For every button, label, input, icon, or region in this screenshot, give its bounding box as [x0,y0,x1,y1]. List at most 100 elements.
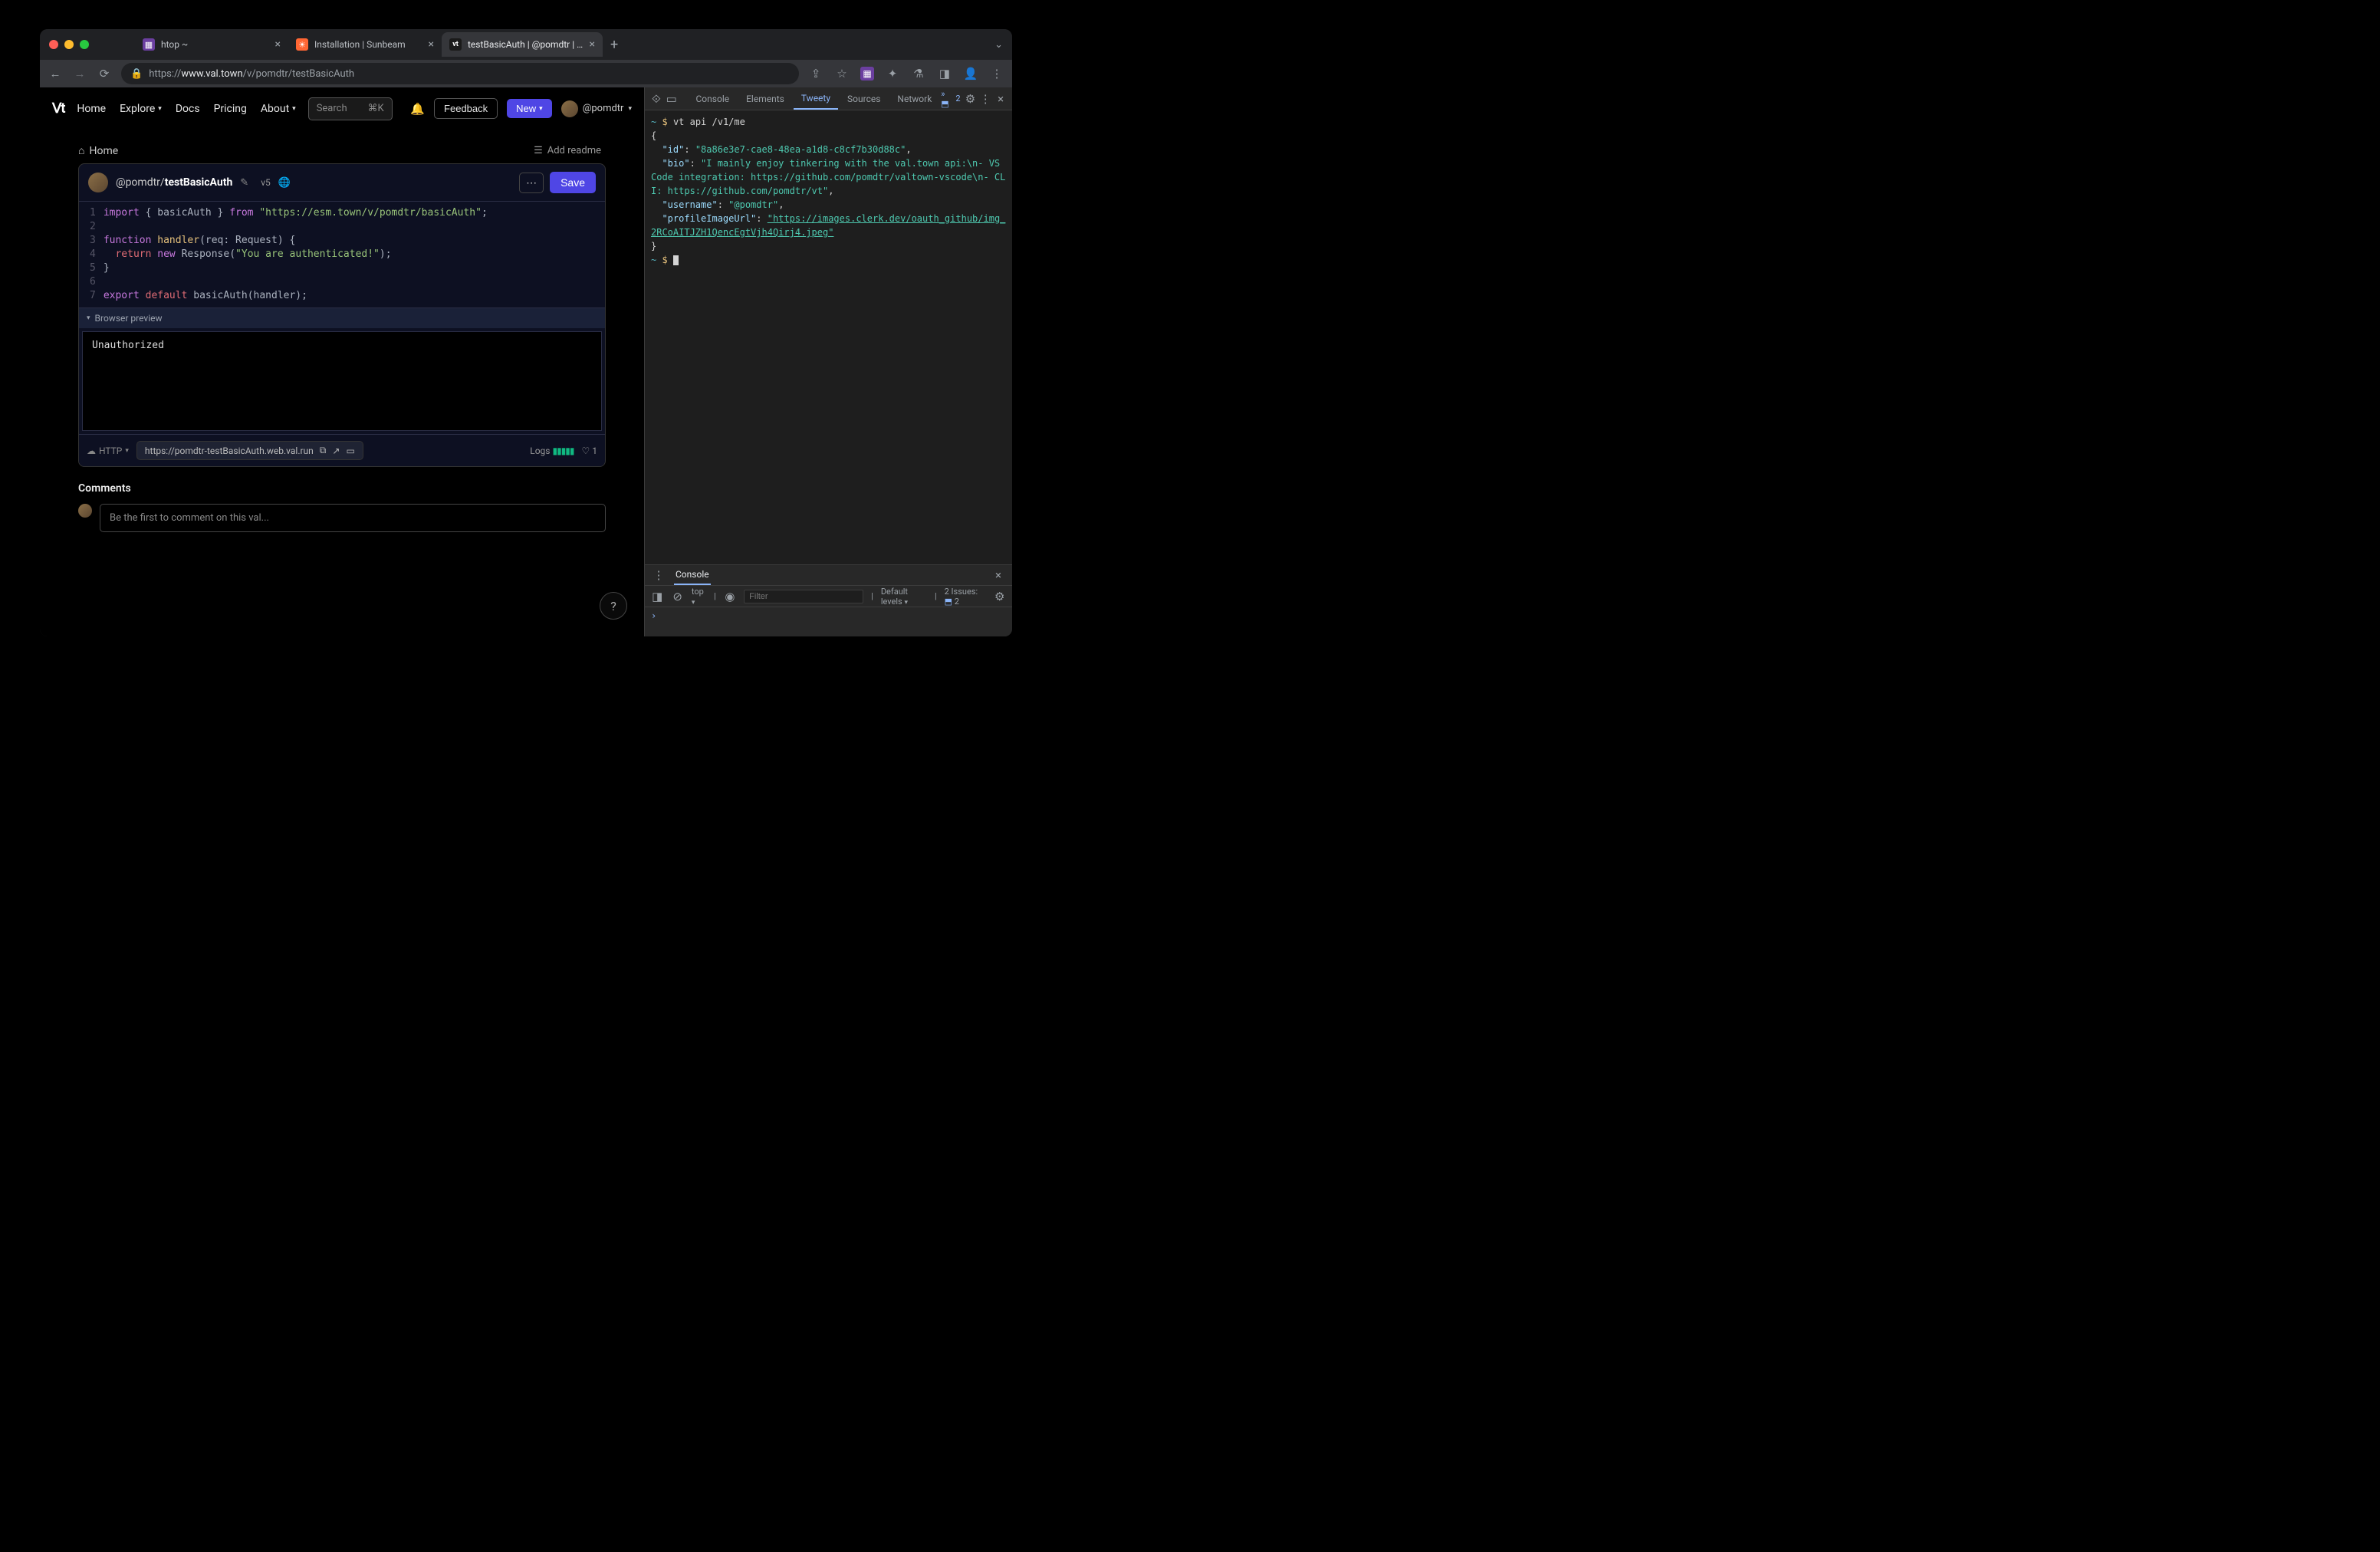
chevron-down-icon: ▾ [292,105,296,113]
tab-title: Installation | Sunbeam [314,39,422,50]
breadcrumb-home[interactable]: Home [89,145,118,157]
reload-button[interactable]: ⟳ [97,67,112,81]
levels-selector[interactable]: Default levels ▾ [881,587,927,607]
new-button[interactable]: New ▾ [507,99,552,118]
preview-toggle[interactable]: ▾ Browser preview [79,307,605,328]
line-gutter: 1234567 [79,202,104,307]
devtools-tab-elements[interactable]: Elements [738,89,792,109]
devtools-overflow[interactable]: » ⬒ 2 [941,89,960,109]
close-icon[interactable]: × [991,568,1006,582]
address-bar[interactable]: 🔒 https://www.val.town/v/pomdtr/testBasi… [121,63,799,84]
copy-icon[interactable]: ⧉ [320,445,327,456]
add-readme-button[interactable]: ☰ Add readme [534,145,606,156]
bell-icon[interactable]: 🔔 [410,102,425,116]
devtools-tab-console[interactable]: Console [689,89,738,109]
inspect-icon[interactable]: ⟐ [649,92,663,106]
tab-title: htop ~ [161,39,269,50]
console-filter-input[interactable] [744,590,863,603]
help-button[interactable]: ? [600,592,627,620]
logs-link[interactable]: Logs ▮▮▮▮▮ [530,446,574,456]
new-tab-button[interactable]: + [603,37,626,53]
open-icon[interactable]: ↗ [332,446,340,456]
tab-title: testBasicAuth | @pomdtr | Val [468,39,583,50]
favicon-icon: ☀ [296,38,308,51]
issues-link[interactable]: 2 Issues: ⬒ 2 [945,587,986,607]
labs-icon[interactable]: ⚗ [911,67,926,81]
close-icon[interactable]: × [590,38,595,51]
home-icon[interactable]: ⌂ [78,144,84,157]
sidebar-toggle-icon[interactable]: ◨ [651,590,663,603]
profile-icon[interactable]: 👤 [963,67,978,81]
feedback-button[interactable]: Feedback [434,98,498,119]
window-close-button[interactable] [49,40,58,49]
console-prompt[interactable]: › [645,607,1012,636]
breadcrumb: ⌂ Home ☰ Add readme [40,130,644,157]
close-icon[interactable]: × [994,92,1008,106]
bookmark-icon[interactable]: ☆ [834,67,850,81]
edit-icon[interactable]: ✎ [240,177,248,189]
kebab-menu-icon[interactable]: ⋮ [651,568,666,582]
nav-about[interactable]: About ▾ [261,103,296,115]
favicon-icon: vt [449,38,462,51]
tweety-terminal[interactable]: ~ $ vt api /v1/me { "id": "8a86e3e7-cae8… [645,110,1012,564]
back-button[interactable]: ← [48,67,63,81]
devtools-tab-tweety[interactable]: Tweety [794,88,838,110]
forward-button[interactable]: → [72,67,87,81]
nav-home[interactable]: Home [77,103,106,115]
valtown-logo[interactable]: ⴸt [52,100,64,117]
run-url[interactable]: https://pomdtr-testBasicAuth.web.val.run… [136,441,363,460]
vt-nav: Home Explore ▾ Docs Pricing About ▾ [77,103,295,115]
save-button[interactable]: Save [550,172,596,193]
globe-icon[interactable]: 🌐 [278,177,291,189]
http-trigger-badge[interactable]: ☁ HTTP ▾ [87,446,129,456]
embed-icon[interactable]: ▭ [346,446,354,456]
search-input[interactable]: Search ⌘K [308,97,393,120]
log-dots-icon: ▮▮▮▮▮ [552,446,574,456]
live-expression-icon[interactable]: ◉ [724,590,736,603]
sidepanel-icon[interactable]: ◨ [937,67,952,81]
tab-htop[interactable]: ▦ htop ~ × [135,32,288,57]
search-placeholder: Search [317,103,347,114]
devtools-tab-network[interactable]: Network [889,89,939,109]
lock-icon: 🔒 [130,68,143,80]
console-drawer-header: ⋮ Console × [645,564,1012,586]
content-area: ⴸt Home Explore ▾ Docs Pricing About ▾ S… [40,87,1012,636]
console-drawer-tab[interactable]: Console [674,565,711,585]
user-menu[interactable]: @pomdtr ▾ [561,100,632,117]
code-editor[interactable]: 1234567 import { basicAuth } from "https… [79,202,605,307]
close-icon[interactable]: × [275,38,281,51]
val-footer: ☁ HTTP ▾ https://pomdtr-testBasicAuth.we… [79,434,605,466]
tabs-overflow-button[interactable]: ⌄ [994,39,1012,51]
kebab-menu-icon[interactable]: ⋮ [978,92,992,106]
close-icon[interactable]: × [429,38,434,51]
devtools-pane: ⟐ ▭ Console Elements Tweety Sources Netw… [644,87,1012,636]
tab-valtown[interactable]: vt testBasicAuth | @pomdtr | Val × [442,32,603,57]
window-zoom-button[interactable] [80,40,89,49]
list-icon: ☰ [534,145,543,156]
nav-docs[interactable]: Docs [176,103,200,115]
nav-pricing[interactable]: Pricing [214,103,247,115]
tab-sunbeam[interactable]: ☀ Installation | Sunbeam × [288,32,442,57]
val-name[interactable]: @pomdtr/testBasicAuth [116,176,232,189]
vt-header-right: 🔔 Feedback New ▾ @pomdtr ▾ [410,98,632,119]
comments-section: Comments Be the first to comment on this… [78,482,606,532]
context-selector[interactable]: top ▾ [692,587,706,607]
preview-output: Unauthorized [82,331,602,431]
like-button[interactable]: ♡ 1 [582,446,597,456]
nav-explore[interactable]: Explore ▾ [120,103,162,115]
clear-console-icon[interactable]: ⊘ [671,590,683,603]
extensions-icon[interactable]: ✦ [885,67,900,81]
share-icon[interactable]: ⇪ [808,67,823,81]
devtools-tab-sources[interactable]: Sources [840,89,888,109]
device-icon[interactable]: ▭ [665,92,679,106]
kebab-menu-icon[interactable]: ⋮ [989,67,1004,81]
gear-icon[interactable]: ⚙ [964,92,978,106]
more-menu-button[interactable]: ⋯ [519,173,544,193]
extension-icon[interactable]: ▦ [860,67,874,81]
comment-input[interactable]: Be the first to comment on this val... [100,504,606,532]
code-body[interactable]: import { basicAuth } from "https://esm.t… [104,202,488,307]
comments-heading: Comments [78,482,606,495]
gear-icon[interactable]: ⚙ [994,590,1006,603]
username-label: @pomdtr [583,103,624,114]
window-minimize-button[interactable] [64,40,74,49]
